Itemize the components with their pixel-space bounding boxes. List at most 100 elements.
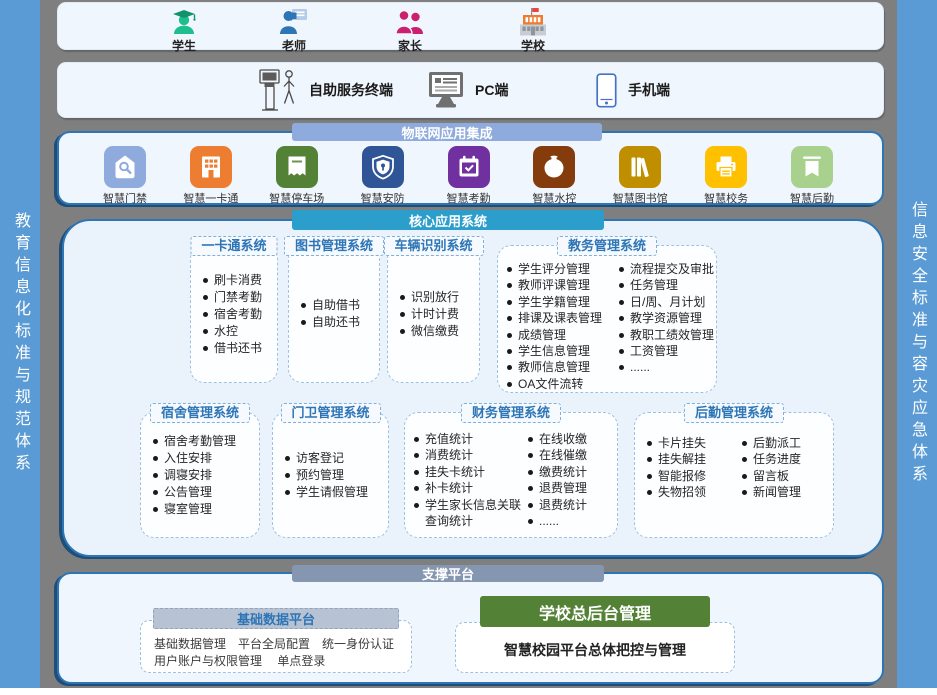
list-item: 工资管理: [619, 343, 714, 359]
list-item-text: 教职工绩效管理: [630, 327, 714, 343]
bullet-icon: [400, 329, 405, 334]
iot-item-label: 智慧校务: [686, 190, 766, 206]
school-icon: [497, 7, 569, 37]
parents-icon: [374, 7, 446, 37]
bullet-icon: [285, 456, 290, 461]
water-control-icon: [533, 146, 575, 188]
list-item-text: 失物招领: [658, 484, 706, 500]
bullet-icon: [619, 349, 624, 354]
logistics-banner-icon: [791, 146, 833, 188]
terminal-group-pc: PC端: [428, 63, 508, 117]
bullet-icon: [528, 453, 533, 458]
system-box-finance: 财务管理系统 充值统计消费统计挂失卡统计补卡统计学生家长信息关联查询统计 在线收…: [404, 412, 618, 538]
system-title: 一卡通系统: [190, 236, 277, 256]
list-item: 计时计费: [400, 306, 475, 323]
iot-item-label: 智慧安防: [343, 190, 423, 206]
base-data-line2: 用户账户与权限管理 单点登录: [154, 654, 325, 668]
bullet-icon: [414, 470, 419, 475]
left-sidebar-label: 教育信息化标准与规范体系: [8, 212, 32, 476]
list-item: 缴费统计: [528, 464, 615, 480]
bullet-icon: [153, 456, 158, 461]
iot-item-label: 智慧水控: [514, 190, 594, 206]
list-item: 学生信息管理: [507, 343, 619, 359]
system-box-vehicle: 车辆识别系统 识别放行计时计费微信缴费: [387, 245, 480, 383]
list-item: 失物招领: [647, 484, 742, 500]
iot-item-access-control: 智慧门禁: [85, 146, 165, 206]
list-item: 卡片挂失: [647, 435, 742, 451]
list-item-text: 预约管理: [296, 467, 344, 484]
list-item-text: 访客登记: [296, 450, 344, 467]
iot-item-label: 智慧门禁: [85, 190, 165, 206]
bullet-icon: [507, 267, 512, 272]
list-item: 访客登记: [285, 450, 384, 467]
list-item-text: 识别放行: [411, 289, 459, 306]
list-item: 留言板: [742, 468, 831, 484]
system-item-list: 流程提交及审批任务管理日/周、月计划教学资源管理教职工绩效管理工资管理.....…: [619, 261, 714, 388]
system-item-list: 识别放行计时计费微信缴费: [388, 246, 479, 382]
bullet-icon: [742, 474, 747, 479]
list-item-text: 宿舍考勤: [214, 306, 262, 323]
list-item: 退费管理: [528, 480, 615, 496]
bullet-icon: [619, 283, 624, 288]
list-item-text: 寝室管理: [164, 501, 212, 518]
list-item-text: 流程提交及审批: [630, 261, 714, 277]
admin-backend-box: 智慧校园平台总体把控与管理: [455, 622, 735, 673]
list-item: 预约管理: [285, 467, 384, 484]
bullet-icon: [414, 503, 419, 508]
iot-item-water-control: 智慧水控: [514, 146, 594, 206]
list-item: 学生请假管理: [285, 484, 384, 501]
list-item-text: 公告管理: [164, 484, 212, 501]
list-item-text: 刷卡消费: [214, 272, 262, 289]
list-item: 教师信息管理: [507, 359, 619, 375]
list-item: OA文件流转: [507, 376, 619, 392]
phone-icon: [596, 73, 617, 108]
iot-section: 智慧门禁 智慧一卡通: [57, 131, 884, 205]
list-item: 宿舍考勤管理: [153, 433, 255, 450]
base-data-platform-title: 基础数据平台: [153, 608, 399, 629]
list-item-text: 学生家长信息关联查询统计: [425, 497, 528, 530]
system-item-list: 自助借书自助还书: [289, 246, 379, 382]
bullet-icon: [414, 437, 419, 442]
list-item-text: 学生请假管理: [296, 484, 368, 501]
iot-item-attendance: 智慧考勤: [429, 146, 509, 206]
terminals-panel: 自助服务终端 PC端: [57, 62, 884, 118]
list-item-text: 计时计费: [411, 306, 459, 323]
list-item-text: 退费管理: [539, 480, 587, 496]
list-item-text: 学生评分管理: [518, 261, 590, 277]
list-item: 学生家长信息关联查询统计: [414, 497, 528, 530]
system-box-gate: 门卫管理系统 访客登记预约管理学生请假管理: [272, 412, 389, 538]
bullet-icon: [400, 295, 405, 300]
list-item-text: 学生信息管理: [518, 343, 590, 359]
bullet-icon: [507, 300, 512, 305]
list-item-text: 宿舍考勤管理: [164, 433, 236, 450]
bullet-icon: [203, 329, 208, 334]
user-group-student: 学生: [148, 7, 220, 54]
list-item-text: 补卡统计: [425, 480, 473, 496]
bullet-icon: [507, 365, 512, 370]
list-item-text: 微信缴费: [411, 323, 459, 340]
user-group-parent: 家长: [374, 7, 446, 54]
list-item: 成绩管理: [507, 327, 619, 343]
list-item: 在线收缴: [528, 431, 615, 447]
list-item: 借书还书: [203, 340, 273, 357]
list-item: 教学资源管理: [619, 310, 714, 326]
kiosk-icon: [258, 67, 298, 113]
school-affairs-icon: [705, 146, 747, 188]
system-box-onecard: 一卡通系统 刷卡消费门禁考勤宿舍考勤水控借书还书: [190, 245, 278, 383]
list-item: 补卡统计: [414, 480, 528, 496]
list-item-text: 缴费统计: [539, 464, 587, 480]
list-item-text: 卡片挂失: [658, 435, 706, 451]
bullet-icon: [285, 473, 290, 478]
system-item-list: 后勤派工任务进度留言板新闻管理: [742, 435, 831, 533]
system-title: 车辆识别系统: [383, 236, 483, 256]
iot-section-header: 物联网应用集成: [292, 123, 602, 141]
list-item-text: 智能报修: [658, 468, 706, 484]
base-data-line1: 基础数据管理 平台全局配置 统一身份认证: [154, 637, 394, 651]
list-item-text: 教师信息管理: [518, 359, 590, 375]
list-item: 微信缴费: [400, 323, 475, 340]
list-item-text: 新闻管理: [753, 484, 801, 500]
onecard-icon: [190, 146, 232, 188]
list-item-text: 在线催缴: [539, 447, 587, 463]
list-item: 学生学籍管理: [507, 294, 619, 310]
system-item-list: 在线收缴在线催缴缴费统计退费管理退费统计......: [528, 431, 615, 533]
